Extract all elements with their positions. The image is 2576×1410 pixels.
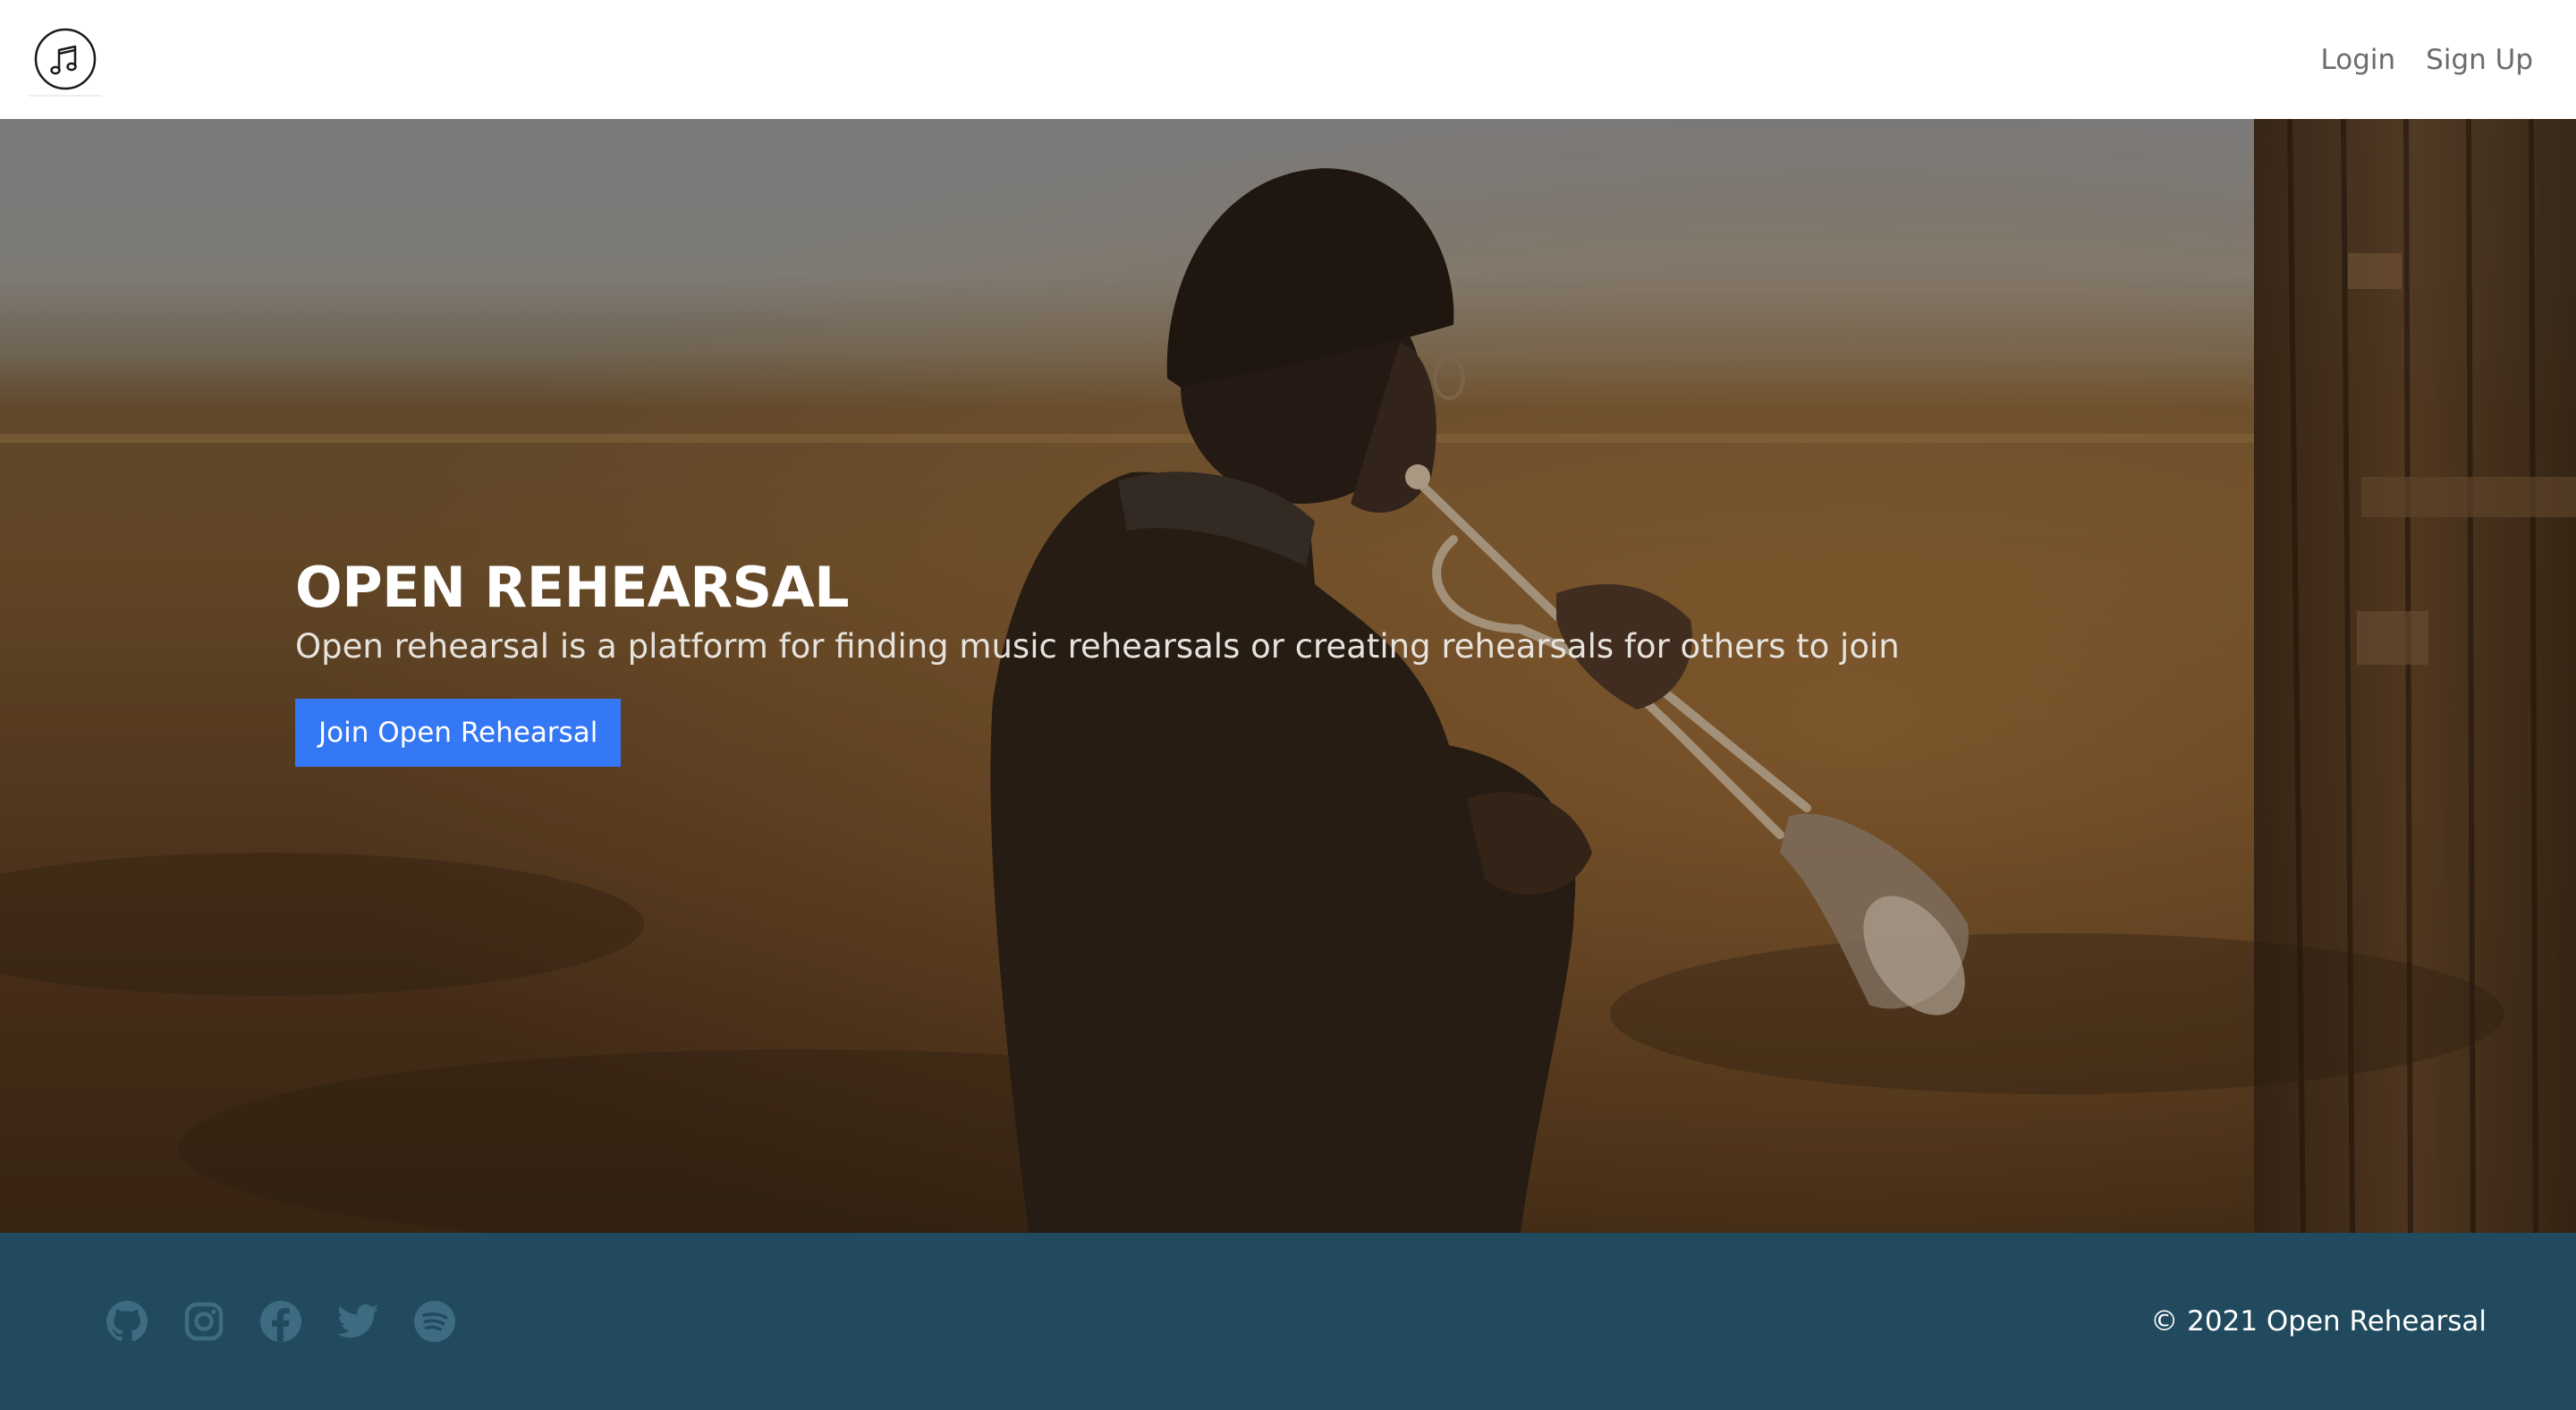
hero-subtitle: Open rehearsal is a platform for finding… [295, 627, 1900, 667]
hero-section: OPEN REHEARSAL Open rehearsal is a platf… [0, 119, 2576, 1233]
logo-link[interactable] [29, 23, 102, 97]
hero-title: OPEN REHEARSAL [295, 555, 850, 620]
instagram-icon[interactable] [182, 1300, 225, 1343]
copyright-text: © 2021 Open Rehearsal [2150, 1305, 2487, 1338]
login-link[interactable]: Login [2321, 44, 2396, 76]
signup-link[interactable]: Sign Up [2426, 44, 2533, 76]
join-open-rehearsal-button[interactable]: Join Open Rehearsal [295, 699, 622, 768]
music-note-circle-icon [32, 26, 98, 92]
twitter-icon[interactable] [336, 1300, 379, 1343]
facebook-icon[interactable] [259, 1300, 302, 1343]
social-links [106, 1300, 456, 1343]
hero-content: OPEN REHEARSAL Open rehearsal is a platf… [295, 555, 2352, 768]
github-icon[interactable] [106, 1300, 148, 1343]
footer: © 2021 Open Rehearsal [0, 1233, 2576, 1410]
top-navbar: Login Sign Up [0, 0, 2576, 119]
nav-links: Login Sign Up [2321, 44, 2547, 76]
spotify-icon[interactable] [413, 1300, 456, 1343]
